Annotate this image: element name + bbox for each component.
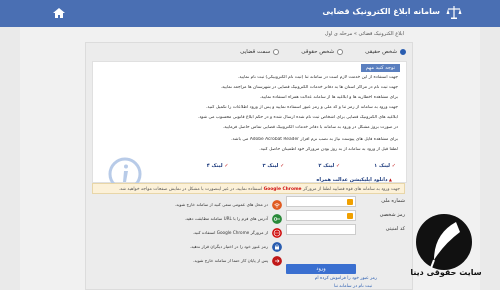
globe-icon	[272, 228, 282, 238]
link-2[interactable]: لینک ۲	[318, 163, 340, 169]
notice-line-adobe: برای مشاهده فایل های پیوست نیاز به نصب ن…	[102, 137, 398, 142]
key-icon	[272, 214, 282, 224]
notice-tab: توجه کنید مهم	[360, 64, 400, 72]
link-1[interactable]: لینک ۱	[374, 163, 396, 169]
notice-line: جهت ثبت نام در مراکز استان ها به دفاتر خ…	[220, 85, 398, 90]
login-panel: شخص حقیقی شخص حقوقی سمت قضایی توجه کنید …	[85, 42, 413, 290]
user-icon	[347, 199, 353, 205]
link-4[interactable]: لینک ۴	[207, 163, 229, 169]
tip-item: از مرورگر Google Chrome استفاده کنید.	[92, 227, 282, 239]
captcha-label: کد امنیتی	[385, 226, 405, 232]
browser-name: Google Chrome	[263, 187, 302, 192]
password-label: رمز شخصی	[379, 212, 405, 218]
tip-item: پس از پایان کار حتما از سامانه خارج شوید…	[92, 255, 282, 267]
wifi-icon	[272, 200, 282, 210]
tip-item: آدرس های فرم را با URL سامانه مطابقت دهی…	[92, 213, 282, 225]
radio-dot	[400, 49, 406, 55]
links-row: لینک ۱ لینک ۲ لینک ۳ لینک ۴	[207, 163, 396, 169]
tip-text: در محل های عمومی سعی کنید از سامانه خارج…	[174, 202, 268, 207]
tip-text: از مرورگر Google Chrome استفاده کنید.	[192, 230, 268, 235]
person-type-radios: شخص حقیقی شخص حقوقی سمت قضایی	[240, 49, 406, 55]
notice-line: برای مشاهده اخطاریه ها و ابلاغیه ها از س…	[259, 95, 398, 100]
lock-icon	[347, 213, 353, 219]
login-form: شماره ملی رمز شخصی کد امنیتی ورود رمز عب…	[286, 196, 405, 286]
radio-label: سمت قضایی	[240, 49, 271, 55]
tip-item: در محل های عمومی سعی کنید از سامانه خارج…	[92, 199, 282, 211]
notice-line: در صورت بروز مشکل در ورود به سامانه با د…	[222, 125, 398, 130]
tip-text: پس از پایان کار حتما از سامانه خارج شوید…	[193, 258, 268, 263]
notice-line: ابلاغیه های الکترونیک قضایی برای اشخاص ث…	[197, 115, 398, 120]
tip-text: آدرس های فرم را با URL سامانه مطابقت دهی…	[184, 216, 268, 221]
notice-line: جهت ورود به سامانه از رمز ثنا و کد ملی و…	[205, 105, 398, 110]
radio-legal-person[interactable]: شخص حقوقی	[301, 49, 344, 55]
password-input[interactable]	[286, 210, 356, 221]
national-code-label: شماره ملی	[381, 198, 405, 204]
forgot-password-link[interactable]: رمز عبور خود را فراموش کرده ام	[315, 276, 377, 281]
tip-item: رمز عبور خود را در اختیار دیگران قرار ند…	[92, 241, 282, 253]
national-code-input[interactable]	[286, 196, 356, 207]
site-logo-text: سایت حقوقی دینا	[410, 268, 482, 277]
radio-dot	[337, 49, 344, 55]
browser-warning-bar: جهت ورود به سامانه های قوه قضاییه لطفا ا…	[92, 183, 405, 194]
tip-text: رمز عبور خود را در اختیار دیگران قرار ند…	[189, 244, 268, 249]
radio-label: شخص حقوقی	[301, 49, 335, 55]
top-bar: سامانه ابلاغ الکترونیک قضایی	[0, 0, 500, 27]
radio-natural-person[interactable]: شخص حقیقی	[365, 49, 406, 55]
notice-line-text: برای مشاهده فایل های پیوست نیاز به نصب ن…	[231, 137, 398, 142]
left-margin	[0, 27, 20, 290]
home-icon[interactable]	[52, 6, 66, 20]
radio-label: شخص حقیقی	[365, 49, 397, 55]
link-3[interactable]: لینک ۳	[263, 163, 285, 169]
scales-icon	[446, 6, 462, 19]
breadcrumb: ابلاغ الکترونیک قضائی » مرحله ی اول	[324, 31, 404, 37]
lock-icon	[272, 242, 282, 252]
captcha-row: کد امنیتی	[286, 224, 405, 235]
exit-icon	[272, 256, 282, 266]
notice-line: جهت استفاده از این خدمت لازم است در ساما…	[237, 75, 398, 80]
register-link[interactable]: ثبت نام در سامانه ثنا	[334, 284, 372, 289]
national-code-row: شماره ملی	[286, 196, 405, 207]
captcha-input[interactable]	[286, 224, 356, 235]
browser-warning-text: استفاده نمایید، در غیر اینصورت با مشکل د…	[118, 187, 263, 192]
notice-line: لطفا قبل از ورود به سامانه از به روز بود…	[259, 147, 398, 152]
browser-warning-text: جهت ورود به سامانه های قوه قضاییه لطفا ا…	[302, 187, 400, 192]
app-title: سامانه ابلاغ الکترونیک قضایی	[322, 7, 440, 16]
login-button[interactable]: ورود	[286, 264, 356, 274]
notice-box: توجه کنید مهم جهت استفاده از این خدمت لا…	[92, 61, 407, 191]
radio-dot	[273, 49, 280, 55]
password-row: رمز شخصی	[286, 210, 405, 221]
radio-judicial-position[interactable]: سمت قضایی	[240, 49, 280, 55]
